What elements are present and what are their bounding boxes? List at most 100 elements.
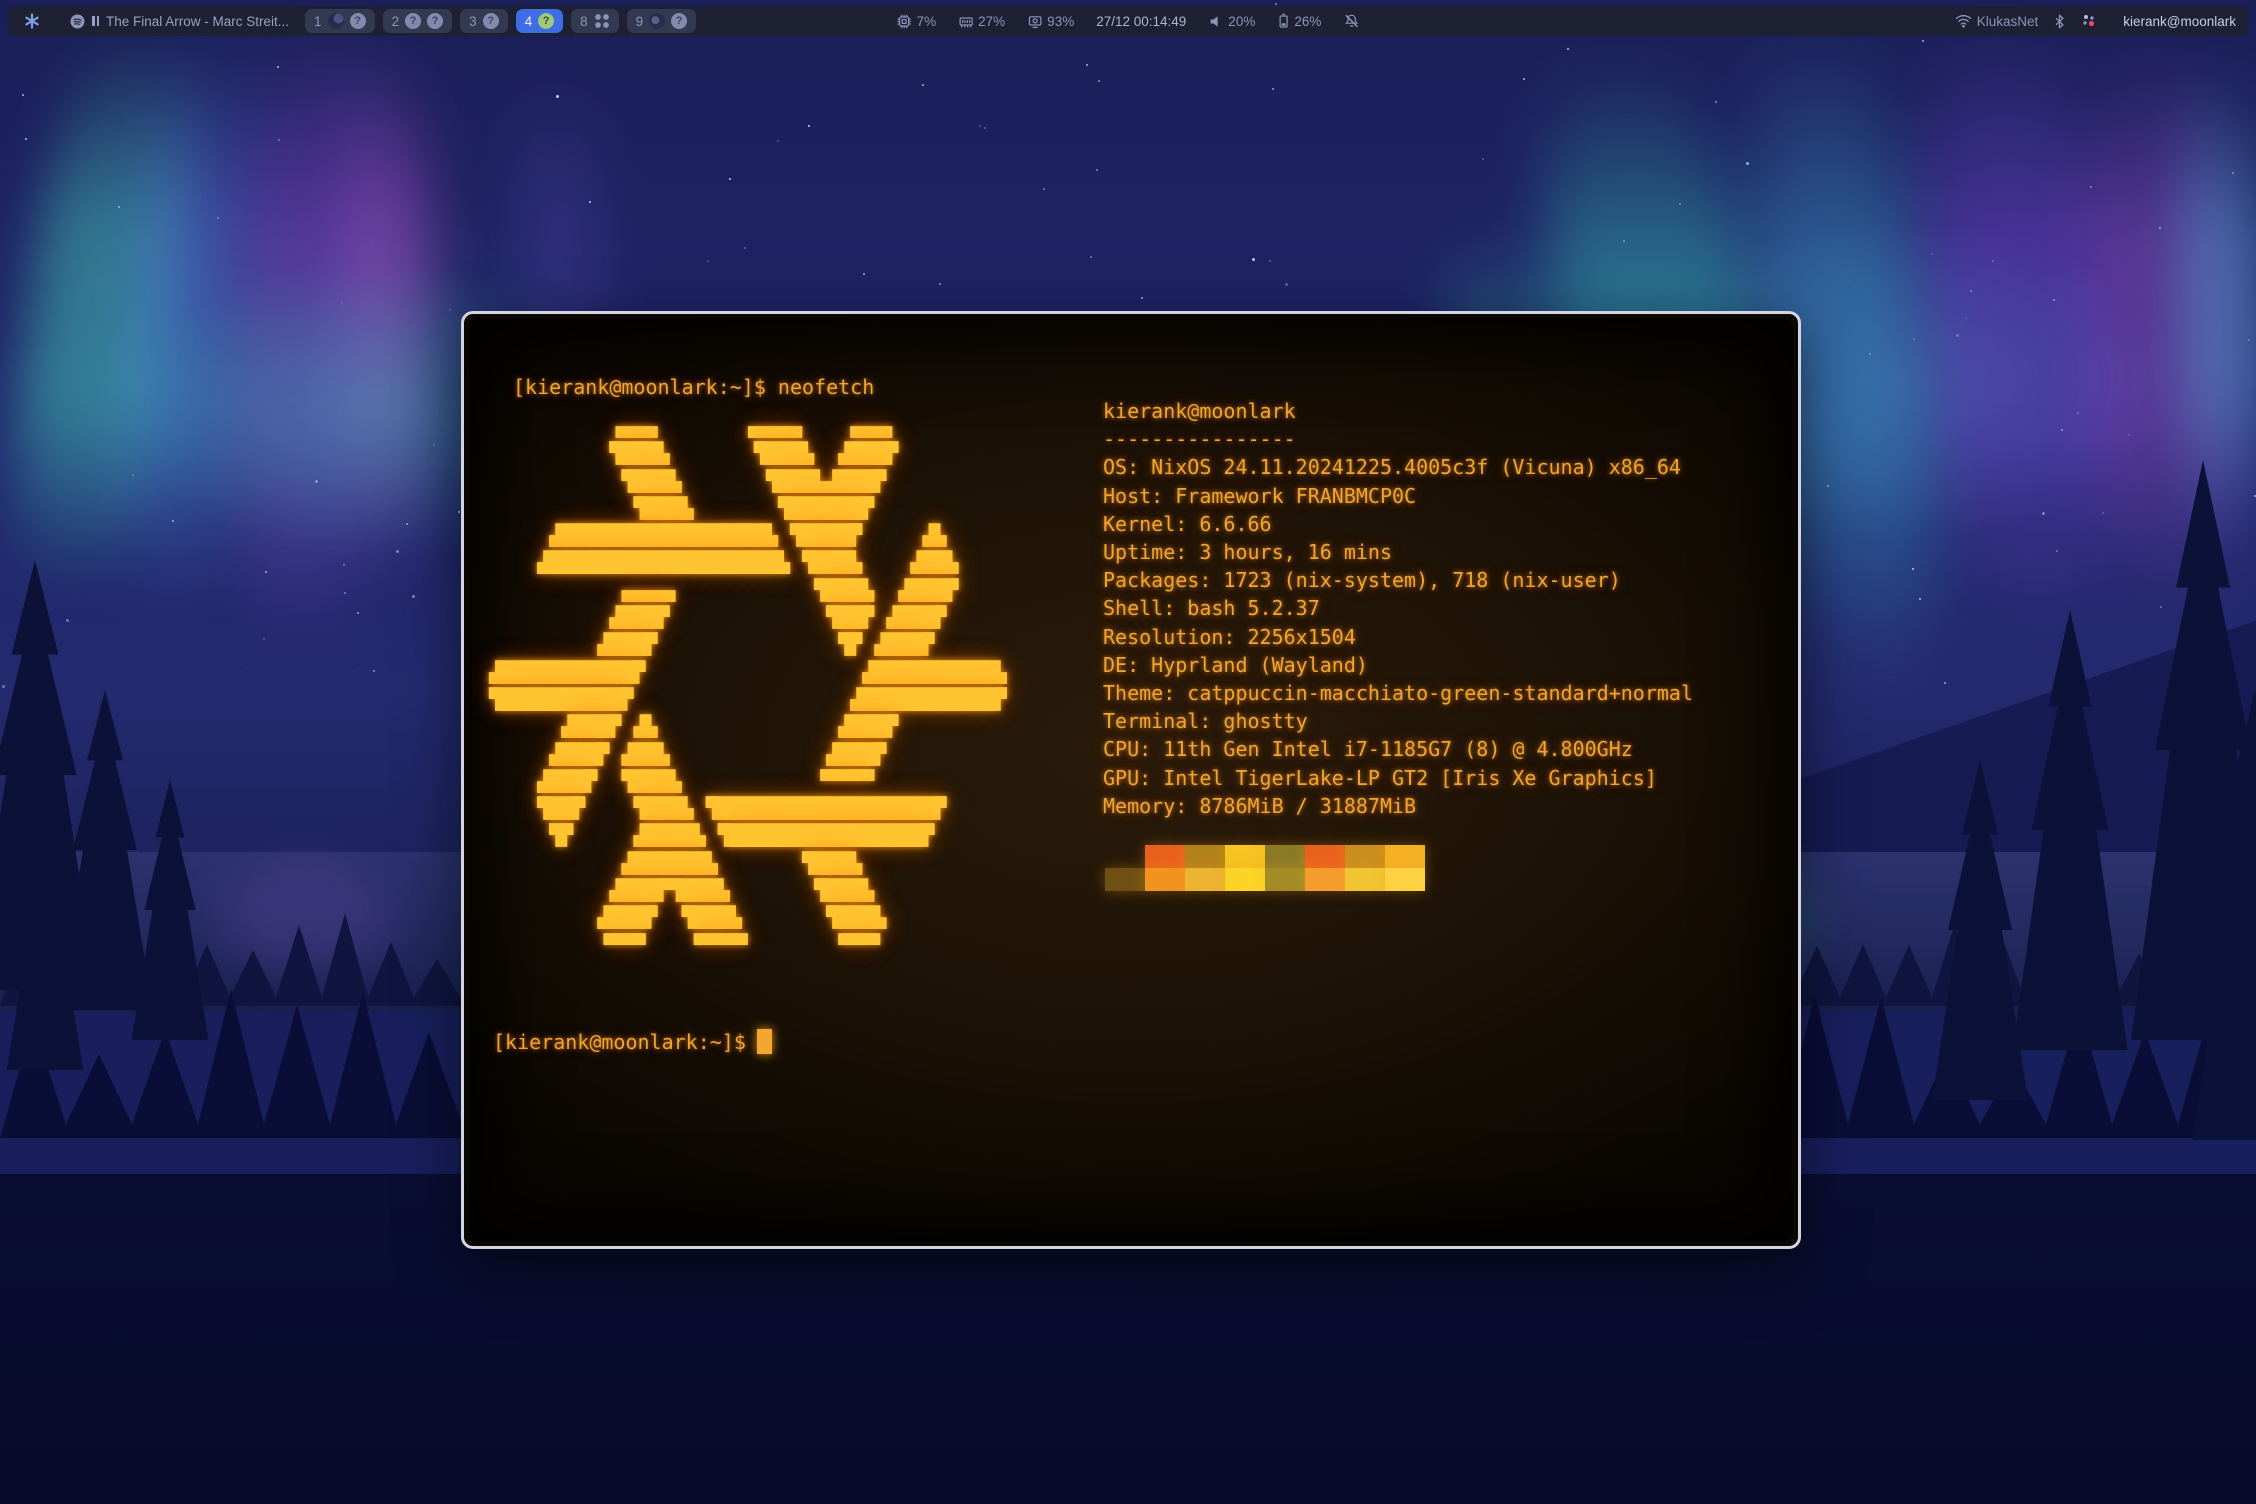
- star: [979, 125, 981, 127]
- star: [2, 685, 5, 688]
- star: [1523, 78, 1525, 80]
- app-question-icon: ?: [350, 13, 366, 29]
- memory-value: 27%: [978, 14, 1005, 29]
- palette-block: [1265, 845, 1305, 868]
- clock-module[interactable]: 27/12 00:14:49: [1096, 14, 1186, 29]
- star: [263, 638, 265, 640]
- neofetch-line: Memory: 8786MiB / 31887MiB: [1103, 792, 1693, 820]
- prompt-line-1: [kierank@moonlark:~]$ neofetch: [513, 375, 874, 399]
- workspace-number: 3: [469, 14, 477, 29]
- star: [412, 595, 415, 598]
- wifi-icon: [1955, 14, 1972, 28]
- star: [1252, 258, 1255, 261]
- star: [1746, 162, 1749, 165]
- star: [863, 273, 865, 275]
- right-modules: KlukasNet kierank@moonlark: [1955, 13, 2236, 29]
- prompt-line-2: [kierank@moonlark:~]$: [493, 1029, 772, 1054]
- pause-icon: [92, 16, 99, 26]
- palette-block: [1385, 868, 1425, 891]
- star: [1482, 158, 1484, 160]
- clock-value: 27/12 00:14:49: [1096, 14, 1186, 29]
- star: [777, 140, 779, 142]
- palette-block: [1105, 868, 1145, 891]
- workspace-number: 4: [525, 14, 533, 29]
- workspace-9[interactable]: 9?: [627, 9, 697, 33]
- nix-menu-button[interactable]: [20, 13, 44, 29]
- memory-module: 27%: [958, 14, 1005, 29]
- neofetch-line: Packages: 1723 (nix-system), 718 (nix-us…: [1103, 566, 1693, 594]
- star: [25, 138, 27, 140]
- palette-block: [1225, 845, 1265, 868]
- palette-row: [1105, 868, 1425, 891]
- neofetch-separator: ----------------: [1103, 425, 1693, 453]
- tray-app-icon[interactable]: [2081, 13, 2097, 29]
- flake-dots-icon: [2081, 13, 2097, 29]
- star: [939, 283, 941, 285]
- star: [1086, 64, 1088, 66]
- battery-value: 26%: [1294, 14, 1321, 29]
- star: [1285, 283, 1288, 286]
- workspace-2[interactable]: 2??: [383, 9, 453, 33]
- workspace-4[interactable]: 4?: [516, 9, 564, 33]
- neofetch-info: kierank@moonlark----------------OS: NixO…: [1103, 397, 1693, 820]
- bluetooth-module[interactable]: [2054, 14, 2065, 29]
- idle-inhibitor-module[interactable]: [1343, 13, 1359, 29]
- typed-command: neofetch: [778, 375, 874, 399]
- status-bar: The Final Arrow - Marc Streit... 1?2??3?…: [8, 6, 2248, 36]
- battery-module: 26%: [1277, 13, 1321, 29]
- star: [22, 94, 24, 96]
- star: [1567, 48, 1569, 50]
- palette-block: [1185, 845, 1225, 868]
- battery-icon: [1277, 13, 1289, 29]
- workspace-3[interactable]: 3?: [460, 9, 508, 33]
- neofetch-line: Host: Framework FRANBMCP0C: [1103, 482, 1693, 510]
- palette-block: [1105, 845, 1145, 868]
- media-title: The Final Arrow - Marc Streit...: [106, 14, 289, 29]
- palette-block: [1145, 845, 1185, 868]
- app-question-icon: ?: [427, 13, 443, 29]
- app-question-icon: ?: [483, 13, 499, 29]
- app-question-icon: ?: [405, 13, 421, 29]
- shell-prompt-2: [kierank@moonlark:~]$: [493, 1030, 746, 1054]
- media-module[interactable]: The Final Arrow - Marc Streit...: [70, 14, 289, 29]
- workspace-1[interactable]: 1?: [305, 9, 375, 33]
- neofetch-line: Terminal: ghostty: [1103, 707, 1693, 735]
- terminal-window[interactable]: [kierank@moonlark:~]$ neofetch ▗▄▄▄ ▗▄▄▄…: [461, 311, 1801, 1249]
- neofetch-line: Theme: catppuccin-macchiato-green-standa…: [1103, 679, 1693, 707]
- bluetooth-icon: [2054, 14, 2065, 29]
- neofetch-title: kierank@moonlark: [1103, 397, 1693, 425]
- workspace-number: 9: [636, 14, 644, 29]
- volume-module[interactable]: 20%: [1208, 14, 1255, 29]
- spotify-icon: [70, 14, 85, 29]
- username-label: kierank@moonlark: [2123, 14, 2236, 29]
- palette-block: [1385, 845, 1425, 868]
- workspace-8[interactable]: 8: [571, 9, 619, 33]
- star: [66, 619, 69, 622]
- palette-block: [1225, 868, 1265, 891]
- star: [357, 612, 359, 614]
- shell-prompt: [kierank@moonlark:~]$: [513, 375, 766, 399]
- palette-block: [1345, 845, 1385, 868]
- palette-row: [1105, 845, 1425, 868]
- terminal-cursor: [757, 1029, 772, 1054]
- star: [744, 247, 746, 249]
- moon-app-icon: [328, 13, 344, 29]
- star: [1269, 260, 1271, 262]
- neofetch-line: DE: Hyprland (Wayland): [1103, 651, 1693, 679]
- network-module[interactable]: KlukasNet: [1955, 14, 2039, 29]
- cpu-module: 7%: [897, 14, 937, 29]
- palette-block: [1305, 868, 1345, 891]
- neofetch-line: GPU: Intel TigerLake-LP GT2 [Iris Xe Gra…: [1103, 764, 1693, 792]
- star: [1922, 40, 1924, 42]
- star: [922, 84, 924, 86]
- star: [984, 127, 986, 129]
- brightness-module: 93%: [1027, 14, 1074, 29]
- star: [1272, 88, 1274, 90]
- workspace-number: 1: [314, 14, 322, 29]
- palette-block: [1185, 868, 1225, 891]
- cpu-icon: [897, 14, 912, 29]
- speaker-icon: [1208, 14, 1223, 29]
- memory-icon: [958, 14, 973, 29]
- star: [707, 260, 709, 262]
- bell-slash-icon: [1343, 13, 1359, 29]
